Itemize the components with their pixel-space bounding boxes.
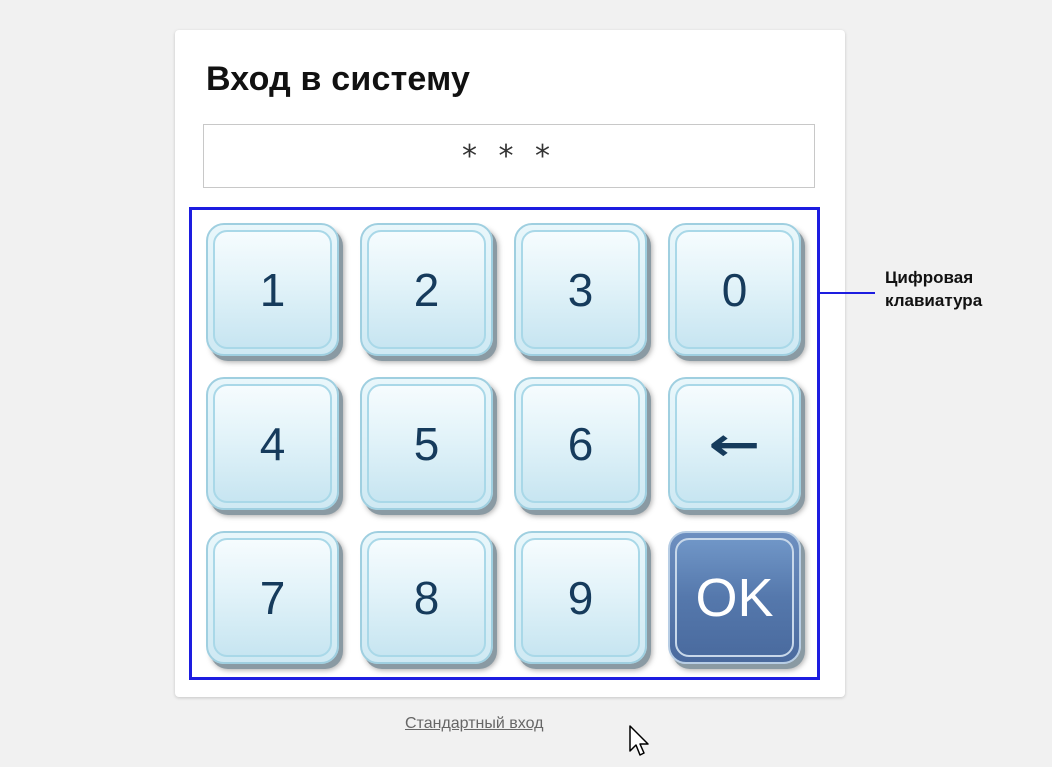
key-0[interactable]: 0 <box>668 223 801 356</box>
numeric-keypad: 1 2 3 0 4 5 6 ← 7 8 9 OK <box>189 207 820 680</box>
key-0-label: 0 <box>675 230 794 349</box>
login-card: Вход в систему * * * 1 2 3 0 4 5 6 ← 7 8… <box>175 30 845 697</box>
key-5[interactable]: 5 <box>360 377 493 510</box>
key-1[interactable]: 1 <box>206 223 339 356</box>
key-2-label: 2 <box>367 230 486 349</box>
page-background: Вход в систему * * * 1 2 3 0 4 5 6 ← 7 8… <box>0 0 1052 767</box>
key-4[interactable]: 4 <box>206 377 339 510</box>
ok-button-label: OK <box>675 538 794 657</box>
annotation-pointer-line <box>819 292 875 294</box>
key-7[interactable]: 7 <box>206 531 339 664</box>
page-title: Вход в систему <box>206 60 471 98</box>
key-1-label: 1 <box>213 230 332 349</box>
key-6[interactable]: 6 <box>514 377 647 510</box>
key-5-label: 5 <box>367 384 486 503</box>
keypad-annotation: Цифровая клавиатура <box>885 266 982 312</box>
annotation-line-1: Цифровая <box>885 268 974 287</box>
key-9[interactable]: 9 <box>514 531 647 664</box>
left-arrow-icon: ← <box>708 416 761 471</box>
key-8[interactable]: 8 <box>360 531 493 664</box>
key-2[interactable]: 2 <box>360 223 493 356</box>
key-4-label: 4 <box>213 384 332 503</box>
key-7-label: 7 <box>213 538 332 657</box>
key-9-label: 9 <box>521 538 640 657</box>
backspace-face: ← <box>675 384 794 503</box>
annotation-line-2: клавиатура <box>885 291 983 310</box>
key-3[interactable]: 3 <box>514 223 647 356</box>
pin-input[interactable]: * * * <box>203 124 815 188</box>
key-8-label: 8 <box>367 538 486 657</box>
standard-login-link[interactable]: Стандартный вход <box>405 715 543 733</box>
key-3-label: 3 <box>521 230 640 349</box>
ok-button[interactable]: OK <box>668 531 801 664</box>
mouse-pointer-icon <box>629 725 649 756</box>
backspace-button[interactable]: ← <box>668 377 801 510</box>
key-6-label: 6 <box>521 384 640 503</box>
